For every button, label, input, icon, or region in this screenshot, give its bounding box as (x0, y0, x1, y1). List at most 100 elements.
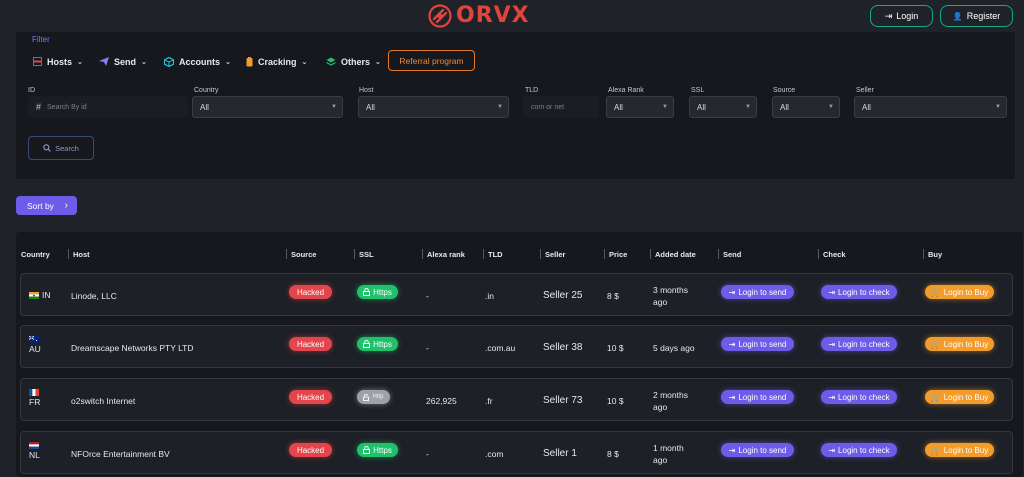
login-to-buy-button[interactable]: 🛒 Login to Buy (925, 337, 994, 351)
source-badge: Hacked (289, 337, 332, 351)
source-select[interactable]: All ▼ (772, 96, 840, 118)
login-to-buy-button[interactable]: 🛒 Login to Buy (925, 390, 994, 404)
login-to-buy-button[interactable]: 🛒 Login to Buy (925, 285, 994, 299)
hash-icon: # (36, 102, 42, 112)
india-flag-icon (29, 292, 39, 300)
added-date-line1: 3 months (653, 285, 688, 295)
check-label: Login to check (838, 392, 890, 402)
login-to-send-button[interactable]: ⇥ Login to send (721, 285, 794, 299)
menu-hosts[interactable]: Hosts ⌄ (33, 52, 83, 71)
source-badge: Hacked (289, 285, 332, 299)
menu-accounts[interactable]: Accounts ⌄ (164, 52, 231, 71)
price-cell: 10 $ (607, 343, 624, 353)
alexa-rank-cell: - (426, 291, 429, 301)
tld-label: TLD (525, 87, 539, 94)
seller-select-value: All (862, 102, 871, 112)
header-divider (718, 249, 719, 259)
country-cell: NL (29, 442, 40, 461)
login-to-check-button[interactable]: ⇥ Login to check (821, 443, 897, 457)
header-divider (422, 249, 423, 259)
alexa-rank-cell: - (426, 449, 429, 459)
ssl-label: Https (373, 339, 392, 349)
caret-down-icon: ▼ (995, 104, 1001, 110)
menu-cracking-label: Cracking (258, 56, 297, 67)
referral-program-button[interactable]: Referral program (388, 50, 475, 71)
login-to-buy-button[interactable]: 🛒 Login to Buy (925, 443, 994, 457)
caret-down-icon: ▼ (662, 104, 668, 110)
netherlands-flag-icon (29, 442, 39, 449)
search-button[interactable]: Search (28, 136, 94, 160)
buy-label: Login to Buy (943, 445, 989, 455)
paper-plane-icon (99, 57, 109, 66)
check-label: Login to check (838, 287, 890, 297)
brand-logo[interactable]: ORVX (428, 3, 530, 28)
sort-by-button[interactable]: Sort by › (16, 196, 77, 215)
header-divider (354, 249, 355, 259)
country-code: IN (42, 290, 51, 300)
tld-cell: .com.au (485, 343, 516, 353)
host-select[interactable]: All ▼ (358, 96, 509, 118)
country-cell: FR (29, 389, 40, 408)
cube-icon (164, 56, 174, 67)
login-to-send-button[interactable]: ⇥ Login to send (721, 390, 794, 404)
country-code: NL (29, 450, 40, 460)
chevron-down-icon: ⌄ (225, 58, 231, 66)
australia-flag-icon (29, 336, 39, 343)
country-cell: IN (29, 290, 51, 300)
added-date-line2: ago (653, 402, 668, 412)
login-label: Login (896, 11, 919, 21)
buy-label: Login to Buy (943, 339, 989, 349)
id-search-input[interactable]: # Search By id (28, 96, 188, 118)
search-icon (43, 144, 51, 152)
added-date-cell: 2 months ago (653, 389, 688, 413)
host-cell: Linode, LLC (71, 291, 117, 301)
caret-down-icon: ▼ (828, 104, 834, 110)
source-label: Source (773, 87, 796, 94)
alexa-rank-select-value: All (614, 102, 623, 112)
login-icon: ⇥ (828, 287, 836, 297)
added-date-line2: ago (653, 297, 668, 307)
send-label: Login to send (738, 392, 787, 402)
alexa-rank-select[interactable]: All ▼ (606, 96, 674, 118)
source-badge: Hacked (289, 390, 332, 404)
tld-placeholder: com or net (531, 103, 565, 111)
login-to-check-button[interactable]: ⇥ Login to check (821, 337, 897, 351)
chevron-down-icon: ⌄ (141, 58, 147, 66)
added-date-line1: 2 months (653, 390, 688, 400)
cart-icon: 🛒 (930, 339, 941, 349)
ssl-badge: Http (357, 390, 390, 404)
hosts-table: Country Host Source SSL Alexa rank TLD S… (16, 232, 1023, 477)
table-row: FR o2switch Internet Hacked Http 262,925… (20, 378, 1013, 421)
menu-send-label: Send (114, 56, 137, 67)
login-to-check-button[interactable]: ⇥ Login to check (821, 285, 897, 299)
header-tld: TLD (488, 250, 503, 259)
header-divider (540, 249, 541, 259)
header-divider (483, 249, 484, 259)
tld-cell: .com (485, 449, 504, 459)
id-search-placeholder: Search By id (47, 103, 87, 111)
menu-cracking[interactable]: Cracking ⌄ (246, 52, 307, 71)
login-to-send-button[interactable]: ⇥ Login to send (721, 337, 794, 351)
add-user-icon: 👤 (952, 11, 963, 21)
header-divider (286, 249, 287, 259)
sort-by-label: Sort by (27, 200, 54, 211)
tld-cell: .fr (485, 396, 493, 406)
header-divider (604, 249, 605, 259)
cart-icon: 🛒 (930, 287, 941, 297)
menu-hosts-label: Hosts (47, 56, 73, 67)
menu-send[interactable]: Send ⌄ (99, 52, 147, 71)
login-button[interactable]: ⇥ Login (870, 5, 933, 27)
header-send: Send (723, 250, 742, 259)
ssl-label: Https (373, 287, 392, 297)
chevron-right-icon: › (64, 200, 68, 211)
register-button[interactable]: 👤 Register (940, 5, 1013, 27)
table-row: IN Linode, LLC Hacked Https - .in Seller… (20, 273, 1013, 316)
menu-others[interactable]: Others ⌄ (326, 52, 381, 71)
country-select[interactable]: All ▼ (192, 96, 343, 118)
ssl-select[interactable]: All ▼ (689, 96, 757, 118)
seller-select[interactable]: All ▼ (854, 96, 1007, 118)
login-to-check-button[interactable]: ⇥ Login to check (821, 390, 897, 404)
header-check: Check (823, 250, 846, 259)
tld-input[interactable]: com or net (523, 96, 599, 118)
login-to-send-button[interactable]: ⇥ Login to send (721, 443, 794, 457)
